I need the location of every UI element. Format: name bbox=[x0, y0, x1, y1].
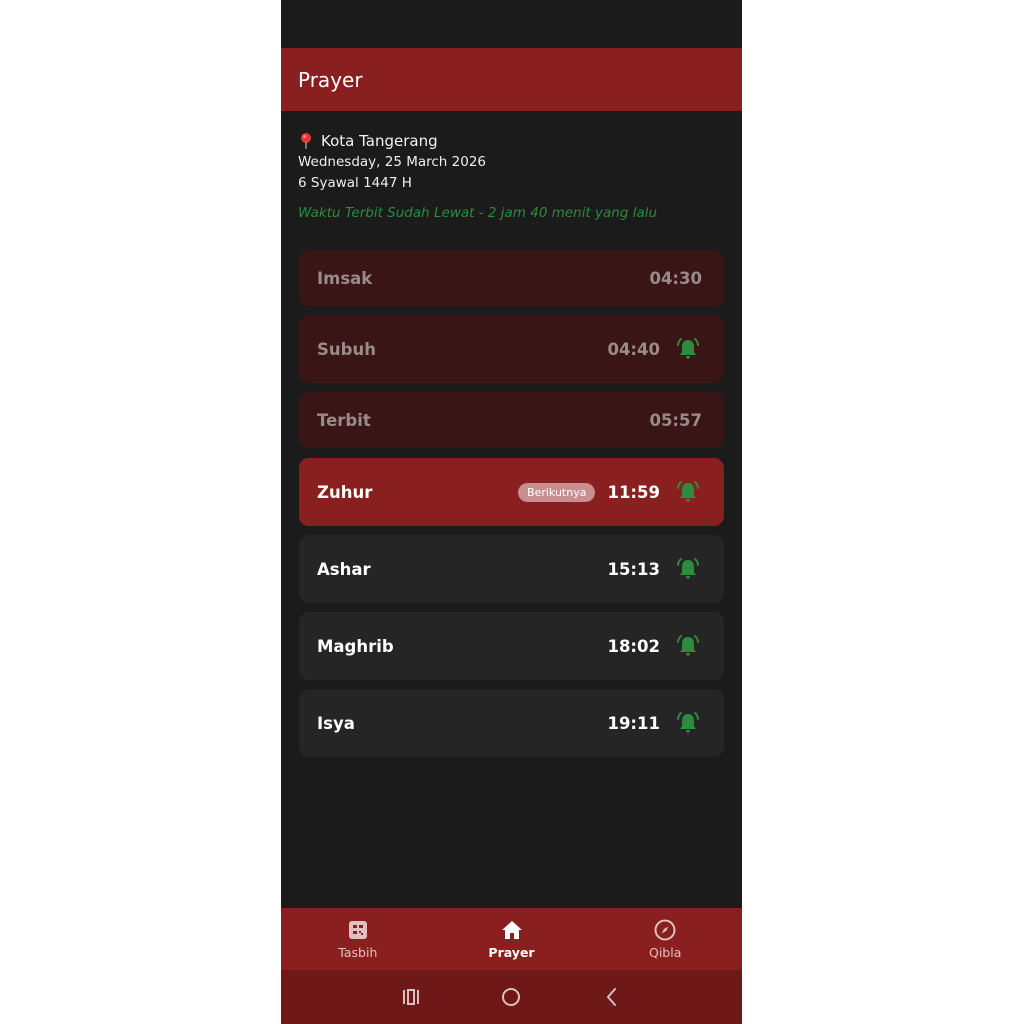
alarm-bell-icon[interactable] bbox=[674, 633, 702, 659]
prayer-row-terbit[interactable]: Terbit 05:57 bbox=[299, 392, 724, 448]
compass-icon bbox=[654, 919, 676, 941]
prayer-time: 19:11 bbox=[607, 713, 660, 733]
app-bar: Prayer bbox=[281, 48, 742, 111]
home-icon bbox=[501, 921, 522, 939]
recent-apps-icon[interactable] bbox=[399, 985, 423, 1009]
next-prayer-badge: Berikutnya bbox=[518, 482, 596, 502]
alarm-bell-icon[interactable] bbox=[674, 479, 702, 505]
location-line: Kota Tangerang bbox=[298, 130, 728, 152]
gregorian-date: Wednesday, 25 March 2026 bbox=[298, 154, 487, 170]
alarm-bell-icon[interactable] bbox=[674, 556, 702, 582]
prayer-name: Maghrib bbox=[317, 636, 394, 656]
prayer-row-zuhur[interactable]: Zuhur Berikutnya 11:59 bbox=[299, 458, 724, 526]
nav-tab-prayer[interactable]: Prayer bbox=[435, 908, 589, 970]
nav-label: Tasbih bbox=[338, 945, 378, 960]
nav-tab-tasbih[interactable]: Tasbih bbox=[281, 908, 435, 970]
nav-label: Prayer bbox=[488, 945, 535, 960]
calculator-icon bbox=[348, 921, 367, 939]
prayer-name: Terbit bbox=[317, 410, 371, 430]
location-name: Kota Tangerang bbox=[321, 132, 438, 150]
prayer-row-ashar[interactable]: Ashar 15:13 bbox=[299, 535, 724, 603]
page-title: Prayer bbox=[298, 67, 363, 92]
prayer-name: Subuh bbox=[317, 339, 376, 359]
prayer-status-note: Waktu Terbit Sudah Lewat - 2 jam 40 meni… bbox=[298, 205, 658, 221]
bottom-navigation: Tasbih Prayer Qibla bbox=[281, 908, 742, 970]
prayer-time: 04:30 bbox=[649, 268, 702, 288]
phone-screen: Prayer Kota Tangerang Wednesday, 25 Marc… bbox=[281, 0, 742, 1024]
prayer-time: 05:57 bbox=[649, 410, 702, 430]
alarm-bell-icon[interactable] bbox=[674, 336, 702, 362]
prayer-row-subuh[interactable]: Subuh 04:40 bbox=[299, 315, 724, 383]
location-info: Kota Tangerang Wednesday, 25 March 2026 … bbox=[298, 130, 728, 221]
system-navigation-bar bbox=[281, 970, 742, 1024]
alarm-bell-icon[interactable] bbox=[674, 710, 702, 736]
hijri-date: 6 Syawal 1447 H bbox=[298, 175, 412, 191]
status-bar bbox=[281, 0, 742, 48]
prayer-row-imsak[interactable]: Imsak 04:30 bbox=[299, 250, 724, 306]
nav-tab-qibla[interactable]: Qibla bbox=[588, 908, 742, 970]
prayer-name: Imsak bbox=[317, 268, 373, 288]
home-circle-icon[interactable] bbox=[499, 985, 523, 1009]
prayer-time: 15:13 bbox=[607, 559, 660, 579]
back-icon[interactable] bbox=[600, 985, 624, 1009]
prayer-time: 11:59 bbox=[607, 482, 660, 502]
prayer-row-isya[interactable]: Isya 19:11 bbox=[299, 689, 724, 757]
prayer-name: Ashar bbox=[317, 559, 371, 579]
map-pin-icon bbox=[301, 133, 311, 149]
nav-label: Qibla bbox=[648, 945, 682, 960]
prayer-name: Zuhur bbox=[317, 482, 373, 502]
prayer-row-maghrib[interactable]: Maghrib 18:02 bbox=[299, 612, 724, 680]
prayer-time: 04:40 bbox=[607, 339, 660, 359]
prayer-name: Isya bbox=[317, 713, 355, 733]
prayer-time: 18:02 bbox=[607, 636, 660, 656]
